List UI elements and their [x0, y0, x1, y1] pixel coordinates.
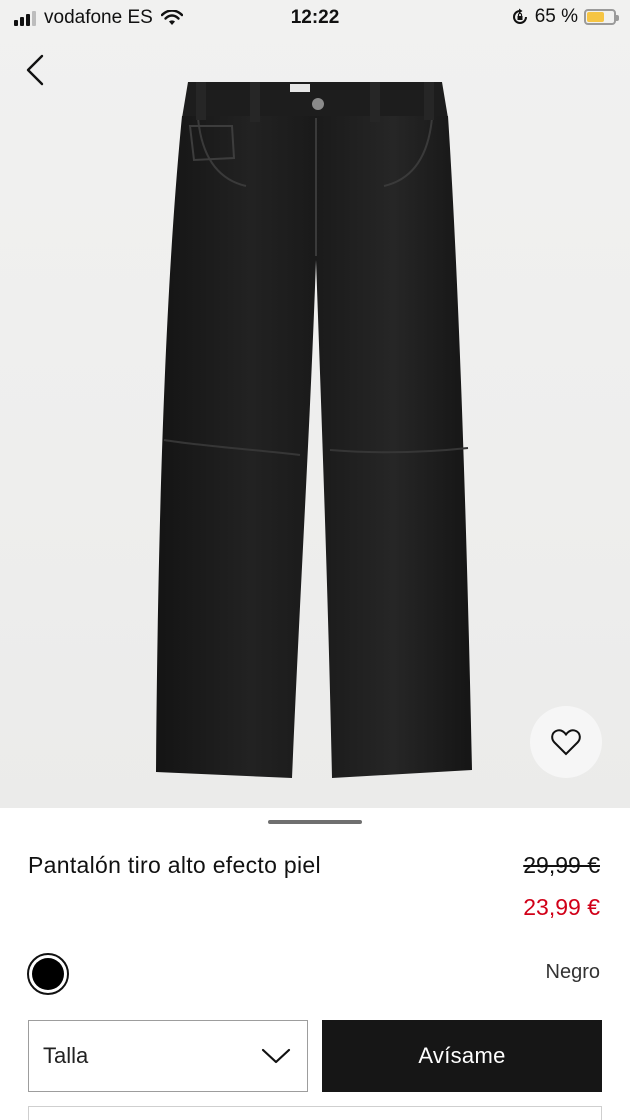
size-select-label: Talla [43, 1043, 89, 1068]
color-name: Negro [545, 961, 600, 983]
next-section-edge [28, 1106, 602, 1120]
notify-me-button[interactable]: Avísame [322, 1020, 602, 1092]
wishlist-button[interactable] [530, 706, 602, 778]
sale-price: 23,99 € [523, 894, 600, 920]
original-price: 29,99 € [523, 852, 600, 878]
status-right: 65 % [511, 6, 619, 28]
status-bar: vodafone ES 12:22 65 % [0, 0, 630, 40]
color-swatch-fill [32, 958, 64, 990]
product-image[interactable] [0, 0, 630, 808]
product-name: Pantalón tiro alto efecto piel [28, 852, 321, 878]
battery-level [587, 12, 604, 22]
product-photo-pants [156, 82, 472, 778]
sheet-handle[interactable] [268, 820, 362, 824]
chevron-down-icon [261, 1048, 291, 1064]
color-swatch-negro[interactable] [27, 953, 69, 995]
size-select[interactable]: Talla [28, 1020, 308, 1092]
heart-outline-icon [551, 729, 581, 756]
orientation-lock-icon [512, 8, 527, 24]
battery-percent: 65 % [534, 6, 578, 27]
battery-icon [584, 9, 619, 25]
chevron-left-icon[interactable] [22, 52, 50, 88]
